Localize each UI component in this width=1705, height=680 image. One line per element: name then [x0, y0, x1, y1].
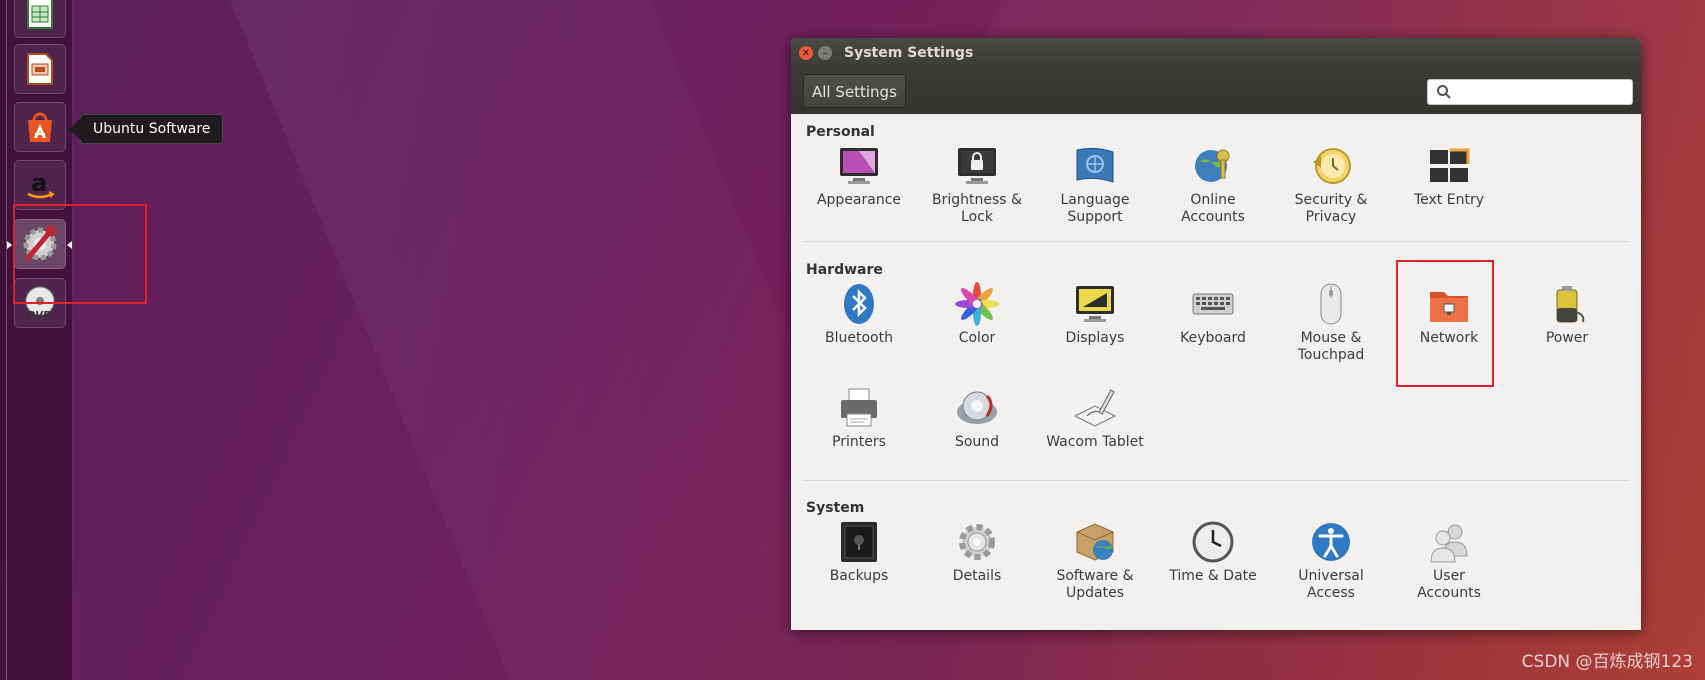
item-label: Mouse & Touchpad	[1297, 330, 1365, 363]
item-language-support[interactable]: Language Support	[1036, 144, 1154, 226]
item-sound[interactable]: Sound	[918, 386, 1036, 451]
item-color[interactable]: Color	[918, 282, 1036, 347]
item-label: Brightness & Lock	[932, 192, 1022, 225]
item-displays[interactable]: Displays	[1036, 282, 1154, 347]
accessibility-icon	[1312, 523, 1350, 561]
item-label: User Accounts	[1417, 568, 1481, 601]
displays-icon	[1076, 286, 1114, 322]
item-wacom-tablet[interactable]: Wacom Tablet	[1036, 386, 1154, 451]
libreoffice-impress-icon	[27, 53, 53, 85]
item-keyboard[interactable]: Keyboard	[1154, 282, 1272, 347]
svg-text:a: a	[31, 169, 47, 197]
software-updates-icon	[1076, 523, 1114, 561]
item-label: Software & Updates	[1056, 568, 1134, 601]
item-label: Universal Access	[1298, 568, 1364, 601]
item-mouse-touchpad[interactable]: Mouse & Touchpad	[1272, 282, 1390, 364]
item-text-entry[interactable]: Text Entry	[1390, 144, 1508, 209]
launcher-item-ubuntu-software[interactable]	[14, 102, 66, 152]
item-backups[interactable]: Backups	[800, 520, 918, 585]
item-appearance[interactable]: Appearance	[800, 144, 918, 209]
users-icon	[1430, 524, 1468, 563]
system-settings-window: ✕ – System Settings All Settings Persona…	[791, 38, 1641, 630]
minimize-icon[interactable]: –	[818, 46, 832, 60]
item-label: Details	[952, 568, 1002, 584]
unity-launcher: a DVD	[0, 0, 73, 680]
window-title: System Settings	[844, 45, 974, 61]
color-icon	[955, 282, 999, 326]
launcher-tooltip: Ubuntu Software	[68, 114, 224, 144]
section-title-hardware: Hardware	[806, 262, 883, 278]
close-icon[interactable]: ✕	[799, 46, 813, 60]
item-online-accounts[interactable]: Online Accounts	[1154, 144, 1272, 226]
settings-content: Personal Appearance Brightness & Lock La…	[791, 114, 1641, 630]
item-label: Language Support	[1060, 192, 1130, 225]
item-brightness-lock[interactable]: Brightness & Lock	[918, 144, 1036, 226]
all-settings-button[interactable]: All Settings	[803, 74, 906, 108]
safe-icon	[841, 522, 877, 562]
highlight-box-network	[1396, 260, 1494, 387]
item-label: Keyboard	[1180, 330, 1246, 346]
toolbar: All Settings	[791, 68, 1641, 114]
libreoffice-calc-icon	[27, 0, 53, 29]
running-indicator	[7, 241, 12, 249]
launcher-item-amazon[interactable]: a	[14, 160, 66, 210]
highlight-box-settings	[13, 204, 147, 304]
launcher-edge	[6, 0, 7, 680]
mouse-icon	[1320, 283, 1342, 325]
item-power[interactable]: Power	[1508, 282, 1626, 347]
item-label: Backups	[829, 568, 889, 584]
item-universal-access[interactable]: Universal Access	[1272, 520, 1390, 602]
item-user-accounts[interactable]: User Accounts	[1390, 520, 1508, 602]
gear-icon	[959, 524, 995, 560]
item-printers[interactable]: Printers	[800, 386, 918, 451]
text-entry-icon	[1430, 148, 1470, 182]
appearance-icon	[840, 148, 878, 184]
amazon-icon: a	[27, 169, 55, 199]
keyboard-icon	[1192, 293, 1234, 315]
watermark: CSDN @百炼成钢123	[1521, 652, 1693, 672]
item-label: Security & Privacy	[1294, 192, 1368, 225]
item-label: Sound	[954, 434, 1000, 450]
item-time-date[interactable]: Time & Date	[1154, 520, 1272, 585]
online-accounts-icon	[1195, 149, 1230, 182]
item-label: Bluetooth	[825, 330, 893, 346]
item-label: Text Entry	[1413, 192, 1484, 208]
section-title-system: System	[806, 500, 865, 516]
item-bluetooth[interactable]: Bluetooth	[800, 282, 918, 347]
item-security-privacy[interactable]: Security & Privacy	[1272, 144, 1390, 226]
printer-icon	[841, 388, 877, 427]
section-divider	[803, 480, 1629, 481]
item-label: Displays	[1065, 330, 1125, 346]
clock-icon	[1192, 521, 1234, 563]
speaker-icon	[957, 391, 997, 424]
security-clock-icon	[1313, 148, 1351, 184]
power-battery-icon	[1556, 286, 1585, 323]
item-label: Power	[1545, 330, 1589, 346]
section-divider	[803, 241, 1629, 242]
bluetooth-icon	[844, 284, 874, 324]
item-label: Online Accounts	[1181, 192, 1245, 225]
section-title-personal: Personal	[806, 124, 875, 140]
svg-text:DVD: DVD	[27, 310, 51, 321]
wacom-tablet-icon	[1073, 389, 1117, 427]
search-icon	[1437, 85, 1451, 99]
item-label: Printers	[832, 434, 886, 450]
item-software-updates[interactable]: Software & Updates	[1036, 520, 1154, 602]
item-label: Color	[958, 330, 996, 346]
launcher-item-calc[interactable]	[14, 0, 66, 38]
item-label: Wacom Tablet	[1046, 434, 1144, 450]
item-label: Time & Date	[1169, 568, 1257, 584]
title-bar[interactable]: ✕ – System Settings	[791, 38, 1641, 68]
launcher-item-impress[interactable]	[14, 44, 66, 94]
item-details[interactable]: Details	[918, 520, 1036, 585]
language-flag-icon	[1076, 147, 1114, 183]
item-label: Appearance	[816, 192, 902, 208]
ubuntu-software-icon	[28, 112, 52, 142]
lock-screen-icon	[958, 148, 996, 184]
search-input[interactable]	[1427, 79, 1633, 105]
